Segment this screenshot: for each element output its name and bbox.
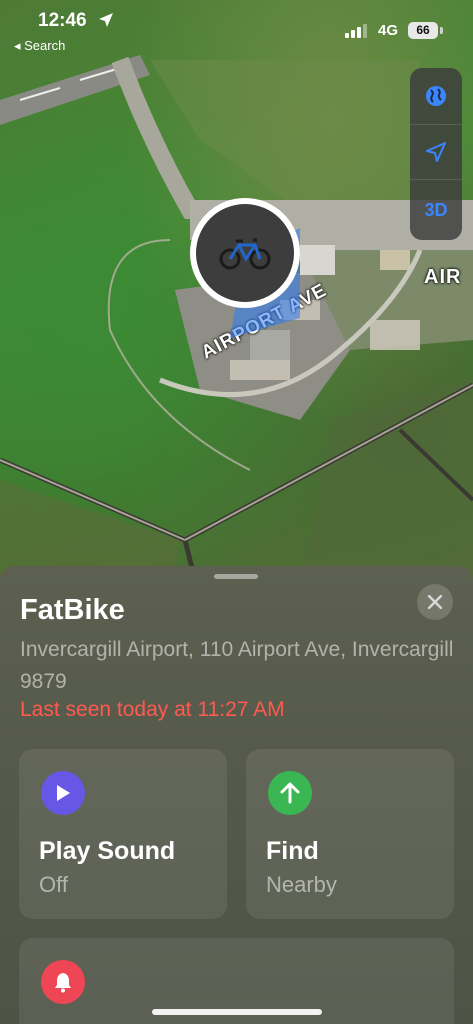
- location-services-icon: [99, 13, 113, 27]
- close-button[interactable]: [417, 584, 453, 620]
- last-seen-text: Last seen today at 11:27 AM: [20, 698, 285, 721]
- play-icon-badge: [41, 771, 85, 815]
- bicycle-icon: [219, 238, 271, 270]
- bell-icon: [55, 973, 71, 993]
- map-controls: 3D: [410, 68, 462, 240]
- battery-level: 66: [408, 22, 438, 39]
- network-type: 4G: [378, 22, 399, 39]
- cellular-signal-icon: [345, 24, 367, 38]
- find-nearby-button[interactable]: Find Nearby: [246, 749, 454, 919]
- home-indicator[interactable]: [152, 1009, 322, 1015]
- play-sound-label: Play Sound: [39, 837, 176, 865]
- device-name: FatBike: [20, 594, 125, 626]
- find-sub-label: Nearby: [266, 872, 337, 897]
- device-address: Invercargill Airport, 110 Airport Ave, I…: [20, 638, 454, 693]
- locate-button[interactable]: [410, 124, 462, 180]
- device-detail-sheet: FatBike Invercargill Airport, 110 Airpor…: [0, 566, 473, 1024]
- 3d-button[interactable]: 3D: [410, 180, 462, 240]
- device-pin[interactable]: [190, 198, 300, 338]
- play-sound-status: Off: [39, 872, 68, 897]
- arrow-icon-badge: [268, 771, 312, 815]
- bell-icon-badge: [41, 960, 85, 1004]
- play-sound-button[interactable]: Play Sound Off: [19, 749, 227, 919]
- map-view[interactable]: AIRPORT AVE AIR: [0, 0, 473, 600]
- map-style-button[interactable]: [410, 68, 462, 124]
- location-arrow-icon: [426, 142, 446, 162]
- battery-cap: [440, 27, 443, 34]
- status-bar: 12:46 ◂ Search 4G 66: [0, 0, 473, 56]
- play-icon: [57, 785, 70, 801]
- pin-ring: [190, 198, 300, 308]
- find-label: Find: [266, 837, 319, 865]
- sheet-grabber[interactable]: [214, 574, 258, 579]
- clock: 12:46: [38, 10, 87, 31]
- back-to-search-link[interactable]: ◂ Search: [14, 38, 65, 54]
- arrow-up-icon: [280, 782, 300, 804]
- place-label: AIR: [424, 266, 462, 288]
- close-icon: [428, 595, 442, 609]
- globe-icon: [426, 86, 446, 106]
- pin-badge: [196, 204, 294, 302]
